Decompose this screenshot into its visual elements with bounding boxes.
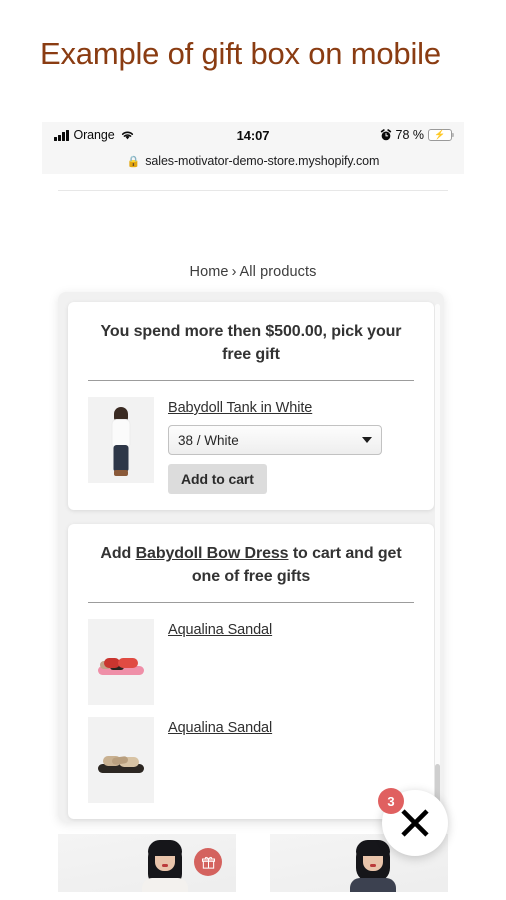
gift-offer-title-2: Add Babydoll Bow Dress to cart and get o… xyxy=(88,542,414,588)
gift-item-name-link[interactable]: Aqualina Sandal xyxy=(168,720,272,736)
ios-status-bar: Orange 14:07 78 % ⚡ xyxy=(42,122,464,148)
cart-count-badge: 3 xyxy=(378,788,404,814)
wifi-icon xyxy=(121,131,133,140)
alarm-clock-icon xyxy=(380,129,391,141)
variant-select[interactable]: 38 / White xyxy=(168,425,382,455)
divider xyxy=(88,380,414,381)
gold-sandal-thumb[interactable] xyxy=(88,717,154,803)
phone-screenshot: Orange 14:07 78 % ⚡ 🔒 sales-motivator-de… xyxy=(42,122,464,892)
breadcrumb-separator: › xyxy=(231,264,237,280)
url-text: sales-motivator-demo-store.myshopify.com xyxy=(145,154,380,168)
gift-box-icon[interactable] xyxy=(194,848,222,876)
gift-offer-title-1-text: You spend more then $500.00, pick your f… xyxy=(100,323,402,363)
battery-percent-label: 78 % xyxy=(395,128,425,142)
gift-offer-card-1: You spend more then $500.00, pick your f… xyxy=(68,302,434,510)
status-left-group: Orange xyxy=(54,128,135,142)
product-image-1 xyxy=(130,838,200,892)
product-card-1[interactable] xyxy=(58,834,236,892)
breadcrumb-current: All products xyxy=(239,264,317,280)
tank-model-thumb[interactable] xyxy=(88,397,154,483)
gift-item: Aqualina Sandal xyxy=(88,705,414,803)
gift-item: Aqualina Sandal xyxy=(88,607,414,705)
gift-item-name-link[interactable]: Aqualina Sandal xyxy=(168,622,272,638)
gift-item-info: Aqualina Sandal xyxy=(168,717,414,737)
gift-item-info: Babydoll Tank in White 38 / White Add to… xyxy=(168,397,414,494)
gift-offer-product-link[interactable]: Babydoll Bow Dress xyxy=(136,545,289,562)
gift-offer-title-2-prefix: Add xyxy=(100,545,136,562)
battery-charging-icon: ⚡ xyxy=(428,129,455,141)
variant-select-value: 38 / White xyxy=(178,432,239,448)
modal-scrollbar[interactable] xyxy=(435,304,440,822)
header-divider xyxy=(58,190,448,191)
status-right-group: 78 % ⚡ xyxy=(380,128,455,142)
gift-item-name-link[interactable]: Babydoll Tank in White xyxy=(168,400,312,416)
site-viewport: Home › All products You spend more then … xyxy=(42,174,464,892)
carrier-label: Orange xyxy=(73,128,115,142)
browser-url-bar[interactable]: 🔒 sales-motivator-demo-store.myshopify.c… xyxy=(42,148,464,174)
gift-offer-title-1: You spend more then $500.00, pick your f… xyxy=(88,320,414,366)
chevron-down-icon xyxy=(362,437,372,443)
red-sandal-thumb[interactable] xyxy=(88,619,154,705)
page-title: Example of gift box on mobile xyxy=(40,36,441,71)
breadcrumb: Home › All products xyxy=(42,264,464,280)
gift-item: Babydoll Tank in White 38 / White Add to… xyxy=(88,385,414,494)
breadcrumb-home[interactable]: Home xyxy=(190,264,229,280)
divider xyxy=(88,602,414,603)
screenshot-page: Example of gift box on mobile Orange 14:… xyxy=(0,0,506,900)
lock-icon: 🔒 xyxy=(126,155,141,168)
gift-item-info: Aqualina Sandal xyxy=(168,619,414,639)
gift-box-modal: You spend more then $500.00, pick your f… xyxy=(58,292,444,822)
gift-offer-card-2: Add Babydoll Bow Dress to cart and get o… xyxy=(68,524,434,819)
add-to-cart-button[interactable]: Add to cart xyxy=(168,464,267,494)
signal-bars-icon xyxy=(54,129,69,141)
